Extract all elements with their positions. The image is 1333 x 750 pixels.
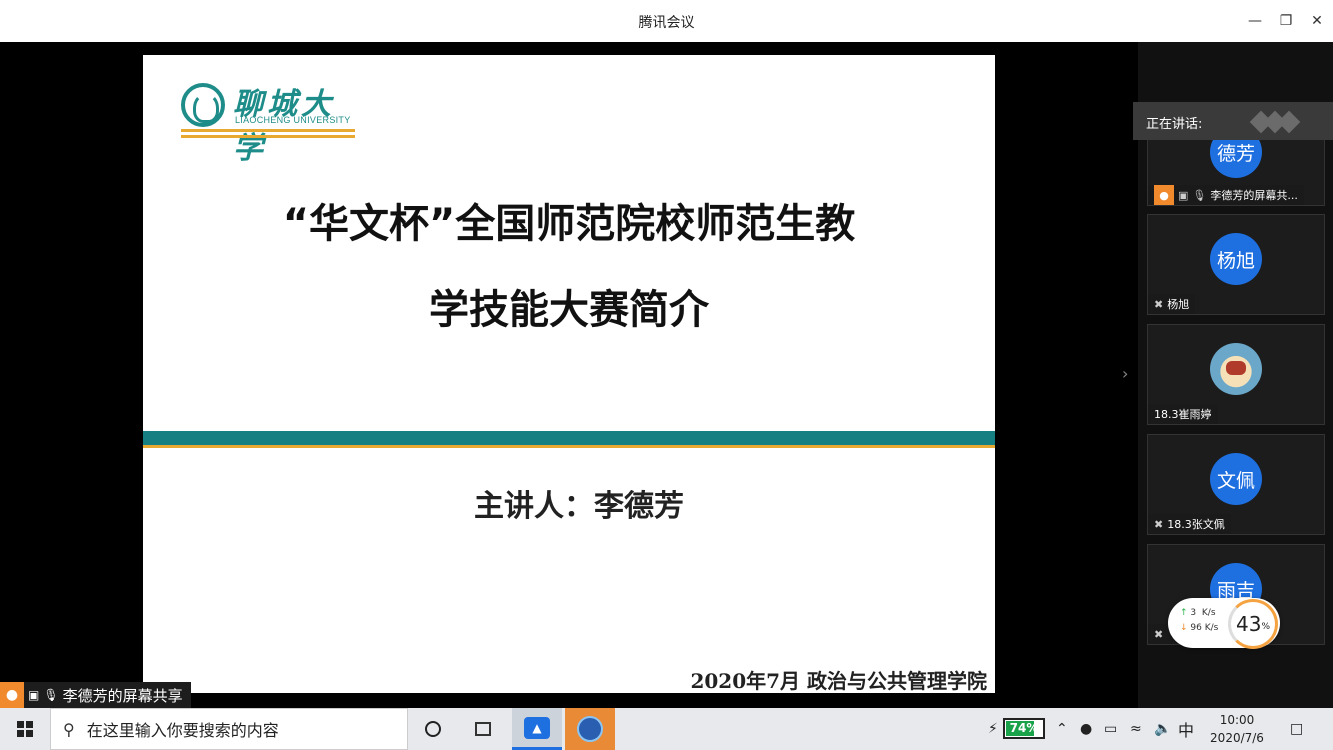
screen-share-icon: ▣ — [1178, 188, 1189, 202]
close-icon[interactable]: ✕ — [1306, 10, 1328, 32]
search-placeholder: 在这里输入你要搜索的内容 — [86, 721, 279, 740]
volume-icon[interactable]: 🔈 — [1154, 708, 1171, 750]
participant-name-bar: 18.3崔雨婷 — [1148, 404, 1218, 424]
microphone-muted-icon: ✖ — [1154, 297, 1164, 311]
tencent-meeting-app-icon[interactable]: ▲ — [512, 708, 562, 750]
slide-presenter: 主讲人：李德芳 — [474, 489, 684, 524]
taskbar-search-box[interactable]: ⚲ 在这里输入你要搜索的内容 — [50, 708, 408, 750]
screen-share-owner: 李德芳的屏幕共享 — [62, 686, 183, 705]
ime-indicator[interactable]: 中 — [1178, 708, 1194, 750]
screen-share-icon: ▣ — [28, 688, 40, 702]
participant-tile[interactable]: 18.3崔雨婷 — [1147, 324, 1325, 425]
slide-divider-band — [143, 431, 995, 445]
microphone-icon: 🎙 — [43, 688, 59, 702]
university-logo: 聊城大学 LIAOCHENG UNIVERSITY — [181, 79, 361, 166]
avatar: 文佩 — [1210, 453, 1262, 505]
windows-start-icon[interactable] — [0, 708, 50, 750]
upload-arrow-icon: ↑ — [1180, 608, 1188, 618]
slide-footer: 2020年7月 政治与公共管理学院 — [690, 669, 987, 693]
clock-date: 2020/7/6 — [1210, 731, 1264, 745]
restore-icon[interactable]: ❐ — [1275, 10, 1297, 32]
task-view-icon[interactable] — [468, 708, 498, 750]
cortana-icon[interactable] — [418, 708, 448, 750]
upload-speed: ↑ 3 K/s — [1180, 608, 1216, 618]
person-icon: ● — [0, 682, 24, 708]
logo-underline — [181, 129, 355, 132]
logo-english-text: LIAOCHENG UNIVERSITY — [235, 115, 351, 125]
slide-title-line1: “华文杯”全国师范院校师范生教 — [282, 201, 856, 247]
participant-name: 18.3张文佩 — [1167, 518, 1225, 531]
participant-name-bar: ● ▣ 🎙 李德芳的屏幕共... — [1148, 185, 1304, 205]
avatar — [1210, 343, 1262, 395]
logo-underline — [181, 135, 355, 138]
microphone-icon: 🎙 — [1192, 188, 1207, 202]
notification-icon[interactable]: □ — [1290, 708, 1303, 750]
clock-time: 10:00 — [1219, 713, 1255, 727]
screen-share-label: ● ▣ 🎙 李德芳的屏幕共享 — [0, 682, 191, 708]
pinned-app-icon[interactable] — [565, 708, 615, 750]
microphone-muted-icon: ✖ — [1154, 627, 1164, 641]
participant-name: 李德芳的屏幕共... — [1210, 189, 1298, 202]
minimize-icon[interactable]: — — [1244, 10, 1266, 32]
speaking-label: 正在讲话: — [1146, 117, 1203, 132]
download-speed: ↓ 96 K/s — [1180, 623, 1219, 633]
chevron-up-icon[interactable]: ⌃ — [1056, 708, 1068, 750]
presentation-slide: 聊城大学 LIAOCHENG UNIVERSITY “华文杯”全国师范院校师范生… — [143, 55, 995, 693]
university-emblem-icon — [181, 83, 225, 127]
speaker-placeholder-icon — [1249, 110, 1309, 134]
participant-name-bar: ✖ 杨旭 — [1148, 294, 1196, 314]
search-icon: ⚲ — [63, 719, 75, 739]
system-clock[interactable]: 10:00 2020/7/6 — [1205, 711, 1269, 747]
network-speed-widget[interactable]: ↑ 3 K/s ↓ 96 K/s 43% — [1168, 598, 1280, 649]
slide-divider-line — [143, 445, 995, 448]
speaking-indicator: 正在讲话: — [1133, 102, 1333, 140]
wifi-icon[interactable]: ≈ — [1130, 708, 1142, 750]
participant-name: 杨旭 — [1167, 298, 1190, 311]
qq-icon[interactable]: ● — [1080, 708, 1092, 750]
power-plug-icon[interactable]: ⚡ — [988, 708, 998, 750]
download-arrow-icon: ↓ — [1180, 623, 1188, 633]
battery-icon[interactable]: ▭ — [1104, 708, 1117, 750]
window-title: 腾讯会议 — [638, 15, 695, 31]
memory-usage-gauge: 43% — [1228, 599, 1278, 649]
slide-title-line2: 学技能大赛简介 — [429, 287, 709, 333]
avatar: 杨旭 — [1210, 233, 1262, 285]
chevron-right-icon[interactable]: › — [1122, 364, 1128, 383]
participant-name-bar: ✖ 18.3张文佩 — [1148, 514, 1231, 534]
participant-tile[interactable]: 杨旭 ✖ 杨旭 — [1147, 214, 1325, 315]
participant-name: 18.3崔雨婷 — [1154, 408, 1212, 421]
microphone-muted-icon: ✖ — [1154, 517, 1164, 531]
title-bar: 腾讯会议 — ❐ ✕ — [0, 0, 1333, 42]
windows-taskbar: ⚲ 在这里输入你要搜索的内容 ▲ ⚡ 74% ⌃ ● ▭ ≈ 🔈 中 10:00… — [0, 708, 1333, 750]
person-icon: ● — [1154, 185, 1174, 205]
battery-indicator[interactable]: 74% — [1003, 718, 1045, 739]
participant-tile[interactable]: 文佩 ✖ 18.3张文佩 — [1147, 434, 1325, 535]
battery-percent: 74% — [1009, 721, 1039, 735]
